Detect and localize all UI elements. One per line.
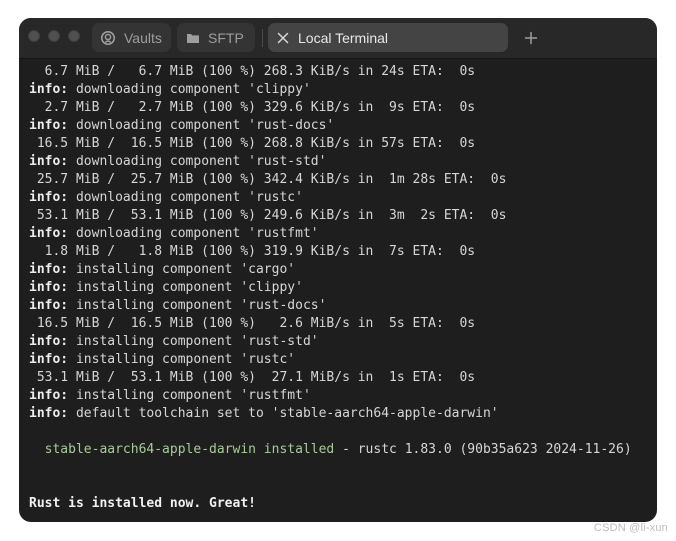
installed-summary-line: stable-aarch64-apple-darwin installed - …	[29, 441, 632, 459]
watermark: CSDN @li-xun	[593, 522, 668, 534]
tab-vaults[interactable]: Vaults	[92, 23, 171, 52]
terminal-line: 16.5 MiB / 16.5 MiB (100 %) 268.8 KiB/s …	[29, 136, 476, 151]
terminal-line: 53.1 MiB / 53.1 MiB (100 %) 27.1 MiB/s i…	[29, 370, 476, 385]
terminal-line: info: downloading component 'rust-docs'	[29, 118, 335, 133]
terminal-line: 53.1 MiB / 53.1 MiB (100 %) 249.6 KiB/s …	[29, 208, 507, 223]
install-complete-message: Rust is installed now. Great!	[29, 496, 256, 511]
terminal-line: 25.7 MiB / 25.7 MiB (100 %) 342.4 KiB/s …	[29, 172, 507, 187]
folder-icon	[186, 31, 200, 45]
terminal-line: info: installing component 'clippy'	[29, 280, 303, 295]
rustc-version: - rustc 1.83.0 (90b35a623 2024-11-26)	[334, 442, 632, 457]
terminal-window: Vaults SFTP Local Terminal 6.7 MiB / 6.7…	[19, 18, 657, 522]
terminal-output[interactable]: 6.7 MiB / 6.7 MiB (100 %) 268.3 KiB/s in…	[19, 59, 657, 522]
terminal-line: info: downloading component 'rust-std'	[29, 154, 327, 169]
vault-icon	[100, 30, 116, 46]
terminal-line: 2.7 MiB / 2.7 MiB (100 %) 329.6 KiB/s in…	[29, 100, 476, 115]
close-icon[interactable]	[276, 31, 290, 45]
tab-local-terminal-label: Local Terminal	[298, 29, 389, 46]
minimize-window-button[interactable]	[48, 30, 60, 42]
close-window-button[interactable]	[28, 30, 40, 42]
terminal-line: info: downloading component 'clippy'	[29, 82, 311, 97]
terminal-line: info: installing component 'cargo'	[29, 262, 296, 277]
terminal-line: 1.8 MiB / 1.8 MiB (100 %) 319.9 KiB/s in…	[29, 244, 476, 259]
zoom-window-button[interactable]	[68, 30, 80, 42]
terminal-line: info: installing component 'rustc'	[29, 352, 296, 367]
tab-sftp[interactable]: SFTP	[177, 23, 255, 52]
terminal-line: info: installing component 'rust-std'	[29, 334, 319, 349]
tab-separator	[262, 29, 263, 47]
terminal-line: info: installing component 'rustfmt'	[29, 388, 311, 403]
tab-sftp-label: SFTP	[208, 29, 244, 46]
title-bar: Vaults SFTP Local Terminal	[19, 18, 657, 59]
terminal-line: info: installing component 'rust-docs'	[29, 298, 327, 313]
terminal-line: info: default toolchain set to 'stable-a…	[29, 406, 499, 421]
tab-local-terminal[interactable]: Local Terminal	[268, 23, 508, 52]
tab-vaults-label: Vaults	[124, 29, 162, 46]
plus-icon	[524, 31, 538, 45]
installed-toolchain: stable-aarch64-apple-darwin installed	[44, 442, 335, 457]
terminal-line: 6.7 MiB / 6.7 MiB (100 %) 268.3 KiB/s in…	[29, 64, 476, 79]
terminal-line: info: downloading component 'rustfmt'	[29, 226, 319, 241]
terminal-line: info: downloading component 'rustc'	[29, 190, 303, 205]
terminal-line: 16.5 MiB / 16.5 MiB (100 %) 2.6 MiB/s in…	[29, 316, 476, 331]
new-tab-button[interactable]	[519, 24, 543, 51]
